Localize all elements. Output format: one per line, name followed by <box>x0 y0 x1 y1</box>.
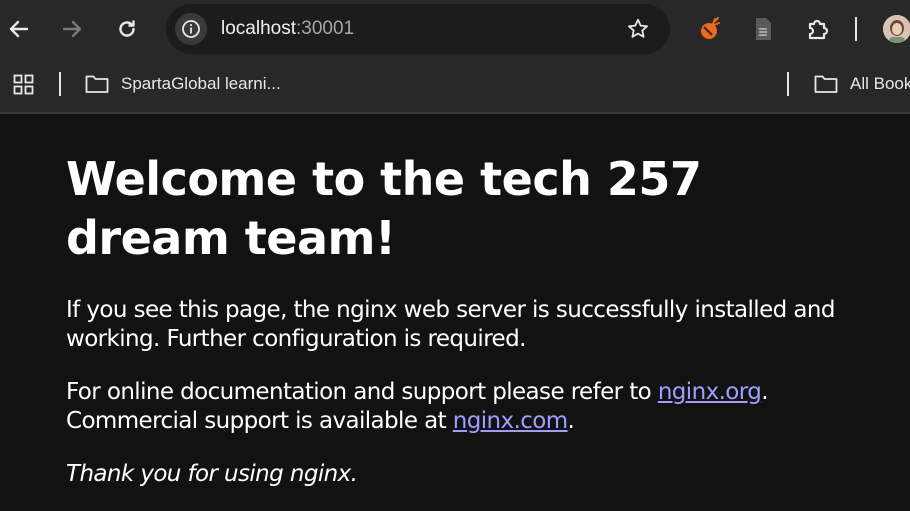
document-extension-button[interactable] <box>748 14 778 44</box>
bookmarks-divider-right <box>787 72 789 96</box>
folder-icon <box>814 75 838 93</box>
extension-icon <box>701 17 720 39</box>
docs-text: For online documentation and support ple… <box>66 379 658 405</box>
url-text[interactable]: localhost:30001 <box>221 18 354 40</box>
docs-paragraph: For online documentation and support ple… <box>66 378 769 436</box>
reload-icon <box>119 20 135 37</box>
forward-button[interactable] <box>56 13 88 45</box>
forward-icon <box>62 20 82 38</box>
extensions-menu-button[interactable] <box>803 14 833 44</box>
docs-text-end: . <box>567 408 575 434</box>
site-info-button[interactable] <box>175 13 207 45</box>
bookmarks-bar: SpartaGlobal learni... All Book <box>0 58 910 114</box>
profile-avatar[interactable] <box>883 15 910 43</box>
puzzle-icon <box>808 19 829 40</box>
bookmark-folder-spartaglobal[interactable]: SpartaGlobal learni... <box>85 74 281 94</box>
url-port: :30001 <box>296 18 355 39</box>
bookmark-label: SpartaGlobal learni... <box>121 74 281 93</box>
apps-button[interactable] <box>8 69 40 101</box>
url-host: localhost <box>221 18 296 39</box>
nginx-com-link[interactable]: nginx.com <box>453 408 568 434</box>
page-heading: Welcome to the tech 257 dream team! <box>66 152 702 265</box>
star-icon[interactable] <box>626 17 650 41</box>
back-icon <box>9 20 29 38</box>
browser-toolbar: localhost:30001 <box>0 0 910 58</box>
avatar-icon <box>883 15 910 43</box>
toolbar-divider <box>855 17 857 41</box>
page-content: Welcome to the tech 257 dream team! If y… <box>66 150 866 487</box>
address-bar[interactable]: localhost:30001 <box>166 4 670 54</box>
site-info-icon <box>182 20 200 38</box>
nginx-org-link[interactable]: nginx.org <box>658 379 762 405</box>
intro-paragraph: If you see this page, the nginx web serv… <box>66 297 835 352</box>
back-button[interactable] <box>3 13 35 45</box>
thanks-paragraph: Thank you for using nginx. <box>66 461 358 487</box>
bookmark-label: All Book <box>850 74 910 93</box>
reload-button[interactable] <box>111 13 143 45</box>
bookmarks-divider <box>59 72 61 96</box>
folder-icon <box>85 75 109 93</box>
document-icon <box>756 18 771 40</box>
extension-button[interactable] <box>695 14 725 44</box>
apps-grid-icon <box>13 74 34 95</box>
bookmark-folder-all-bookmarks[interactable]: All Book <box>814 74 910 94</box>
